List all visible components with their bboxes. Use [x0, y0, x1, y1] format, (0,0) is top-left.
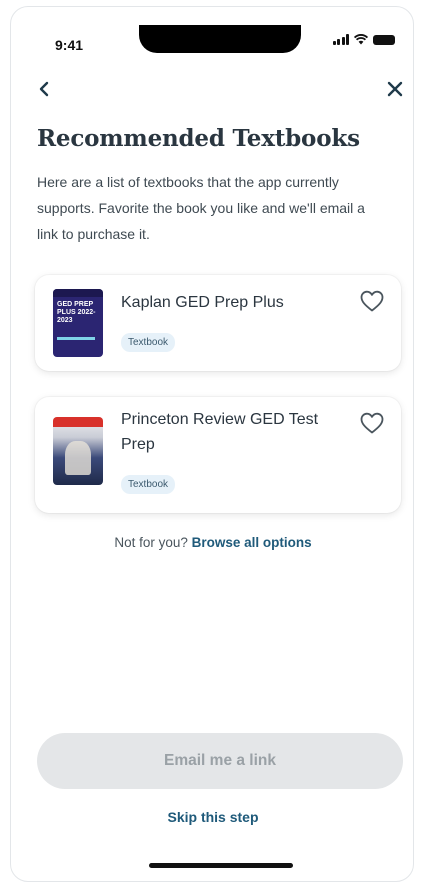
favorite-heart-icon[interactable]: [359, 411, 385, 435]
favorite-heart-icon[interactable]: [359, 289, 385, 313]
book-cover-text: GED PREP PLUS 2022-2023: [57, 301, 96, 324]
back-chevron-icon[interactable]: [33, 77, 57, 101]
email-me-link-button[interactable]: Email me a link: [37, 733, 403, 789]
book-title: Princeton Review GED Test Prep: [121, 411, 319, 453]
browse-all-options-link[interactable]: Browse all options: [192, 535, 312, 550]
phone-screen: 9:41 Recommended Textbooks Here are a li…: [10, 6, 414, 882]
status-time: 9:41: [55, 37, 84, 53]
book-cover-image: [53, 417, 103, 485]
book-type-badge: Textbook: [121, 475, 176, 494]
skip-step-link[interactable]: Skip this step: [11, 809, 413, 825]
status-icons: [332, 34, 395, 45]
page-description: Here are a list of textbooks that the ap…: [37, 174, 365, 242]
book-title: Kaplan GED Prep Plus: [121, 294, 284, 311]
battery-icon: [373, 35, 395, 45]
signal-icon: [332, 34, 349, 45]
book-type-badge: Textbook: [121, 333, 176, 352]
browse-prefix: Not for you?: [114, 535, 188, 550]
book-card-princeton[interactable]: Princeton Review GED Test Prep Textbook: [35, 397, 401, 513]
book-card-kaplan[interactable]: GED PREP PLUS 2022-2023 Kaplan GED Prep …: [35, 275, 401, 371]
wifi-icon: [354, 34, 368, 45]
notch: [139, 25, 301, 53]
home-indicator: [149, 863, 293, 868]
browse-prompt: Not for you? Browse all options: [11, 535, 413, 550]
page-title: Recommended Textbooks: [37, 125, 360, 152]
close-icon[interactable]: [383, 77, 407, 101]
book-cover-image: GED PREP PLUS 2022-2023: [53, 289, 103, 357]
